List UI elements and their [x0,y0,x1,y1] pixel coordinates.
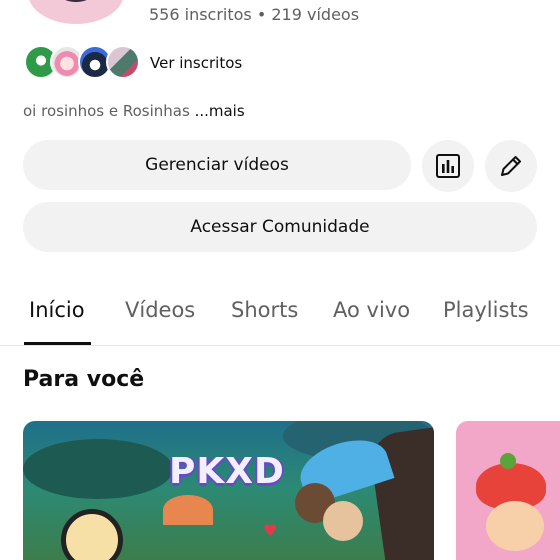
pencil-icon [501,156,521,176]
more-link[interactable]: ...mais [195,102,245,120]
tab-playlists[interactable]: Playlists [443,298,529,322]
thumbnail-leaf [500,453,516,469]
community-button[interactable]: Acessar Comunidade [23,202,537,252]
subscriber-avatars[interactable] [24,45,140,79]
thumbnail-umbrella [163,495,213,525]
edit-channel-button[interactable] [485,140,537,192]
channel-tabs: Início Vídeos Shorts Ao vivo Playlists [0,290,560,346]
see-subscribers-link[interactable]: Ver inscritos [150,54,242,72]
analytics-button[interactable] [422,140,474,192]
video-thumbnail[interactable]: PKXD ♥ [23,421,434,560]
thumbnail-character [323,501,363,541]
heart-icon: ♥ [263,521,278,540]
description-text: oi rosinhos e Rosinhas [23,102,195,120]
video-thumbnail[interactable] [456,421,560,560]
thumbnail-logo: PKXD [169,451,285,492]
manage-videos-label: Gerenciar vídeos [145,155,289,175]
tab-inicio[interactable]: Início [29,298,85,322]
section-title: Para você [23,367,145,392]
channel-avatar[interactable] [28,0,124,24]
avatar-hair [46,0,106,2]
community-label: Acessar Comunidade [190,217,370,237]
channel-description[interactable]: oi rosinhos e Rosinhas ...mais [23,102,245,120]
tab-videos[interactable]: Vídeos [125,298,195,322]
tab-shorts[interactable]: Shorts [231,298,298,322]
thumbnail-character [61,509,123,560]
thumbnail-foliage [23,439,173,499]
tab-ao-vivo[interactable]: Ao vivo [333,298,410,322]
subscriber-avatar [106,45,140,79]
manage-videos-button[interactable]: Gerenciar vídeos [23,140,411,190]
bar-chart-icon [436,154,460,178]
active-tab-indicator [24,342,91,345]
thumbnail-character [486,501,544,551]
channel-stats: 556 inscritos • 219 vídeos [149,5,360,24]
